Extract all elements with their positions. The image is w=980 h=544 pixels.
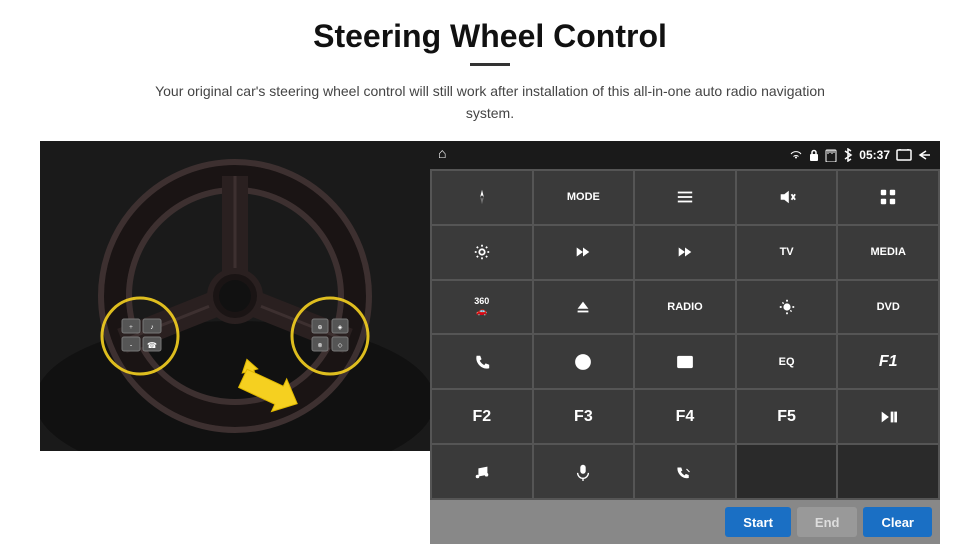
wifi-icon	[789, 150, 803, 160]
btn-360[interactable]: 360🚗	[432, 281, 532, 334]
steering-wheel-image: + - ♪ ☎ ⊕ ⊗ ◈ ◇	[40, 141, 430, 451]
android-panel: ⌂	[430, 141, 940, 544]
screenshot-icon	[896, 149, 912, 161]
btn-mode[interactable]: MODE	[534, 171, 634, 224]
btn-f4[interactable]: F4	[635, 390, 735, 443]
svg-text:◈: ◈	[338, 325, 343, 331]
btn-phone[interactable]	[432, 335, 532, 388]
clear-button[interactable]: Clear	[863, 507, 932, 537]
btn-tv[interactable]: TV	[737, 226, 837, 279]
btn-forward[interactable]	[635, 226, 735, 279]
btn-navigate[interactable]	[432, 171, 532, 224]
btn-empty1	[737, 445, 837, 498]
btn-screen[interactable]	[635, 335, 735, 388]
svg-text:+: +	[129, 323, 133, 331]
svg-text:⊗: ⊗	[317, 343, 322, 349]
button-grid: MODE TV	[430, 169, 940, 500]
btn-gear[interactable]	[432, 226, 532, 279]
status-right: 05:37	[789, 148, 932, 162]
status-bar: ⌂	[430, 141, 940, 169]
btn-playpause[interactable]	[838, 390, 938, 443]
btn-f5[interactable]: F5	[737, 390, 837, 443]
title-divider	[470, 63, 510, 66]
svg-text:⊕: ⊕	[317, 325, 322, 331]
bluetooth-icon	[843, 148, 853, 162]
btn-mute[interactable]	[737, 171, 837, 224]
btn-apps[interactable]	[838, 171, 938, 224]
btn-empty2	[838, 445, 938, 498]
back-icon[interactable]	[918, 149, 932, 161]
status-left: ⌂	[438, 147, 446, 163]
svg-text:♪: ♪	[150, 323, 154, 331]
action-bar: Start End Clear	[430, 500, 940, 544]
time-display: 05:37	[859, 148, 890, 162]
end-button[interactable]: End	[797, 507, 858, 537]
btn-eq[interactable]: EQ	[737, 335, 837, 388]
lock-icon	[809, 149, 819, 161]
home-icon[interactable]: ⌂	[438, 147, 446, 163]
btn-brightness[interactable]	[737, 281, 837, 334]
btn-music[interactable]	[432, 445, 532, 498]
start-button[interactable]: Start	[725, 507, 791, 537]
sd-icon	[825, 148, 837, 162]
btn-compass[interactable]	[534, 335, 634, 388]
page-subtitle: Your original car's steering wheel contr…	[140, 80, 840, 125]
page-title: Steering Wheel Control	[313, 18, 667, 55]
btn-mic[interactable]	[534, 445, 634, 498]
btn-media[interactable]: MEDIA	[838, 226, 938, 279]
btn-list[interactable]	[635, 171, 735, 224]
btn-f3[interactable]: F3	[534, 390, 634, 443]
btn-f1[interactable]: F1	[838, 335, 938, 388]
btn-eject[interactable]	[534, 281, 634, 334]
btn-dvd[interactable]: DVD	[838, 281, 938, 334]
svg-text:◇: ◇	[338, 343, 343, 349]
btn-f2[interactable]: F2	[432, 390, 532, 443]
svg-text:☎: ☎	[147, 341, 157, 350]
page-container: Steering Wheel Control Your original car…	[0, 0, 980, 544]
btn-rewind[interactable]	[534, 226, 634, 279]
btn-radio[interactable]: RADIO	[635, 281, 735, 334]
content-row: + - ♪ ☎ ⊕ ⊗ ◈ ◇	[40, 141, 940, 544]
btn-call[interactable]	[635, 445, 735, 498]
